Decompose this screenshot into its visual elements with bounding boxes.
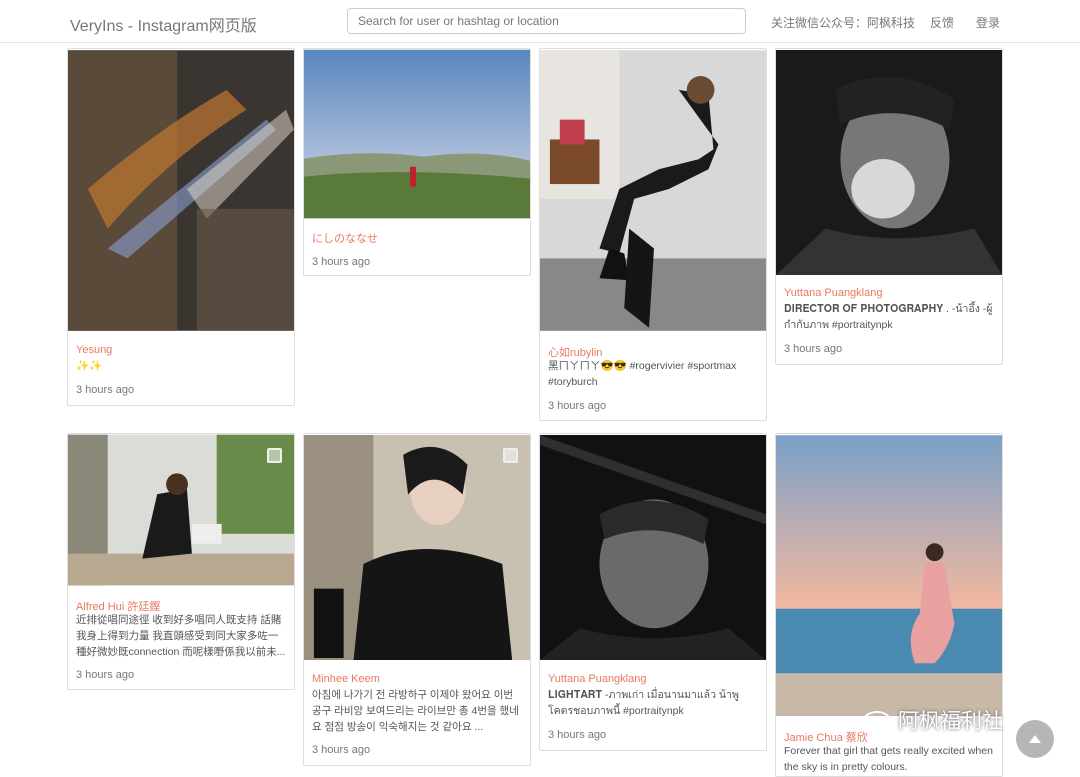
post-photo[interactable] [304, 434, 530, 661]
multi-photo-icon [267, 448, 282, 463]
post-card[interactable]: 心如rubylin 黑ㄇㄚㄇㄚ😎😎 #rogervivier #sportmax… [539, 48, 767, 421]
timestamp: 3 hours ago [76, 384, 135, 396]
post-card[interactable]: Minhee Keem 아침에 나가기 전 라방하구 이제야 왔어요 이번 공구… [303, 433, 531, 766]
post-photo[interactable] [540, 434, 766, 661]
post-card[interactable]: にしのななせ 3 hours ago [303, 48, 531, 276]
brand-logo[interactable]: VeryIns - Instagram网页版 [70, 12, 257, 36]
post-card[interactable]: Yuttana Puangklang 𝐃𝐈𝐑𝐄𝐂𝐓𝐎𝐑 𝐎𝐅 𝐏𝐇𝐎𝐓𝐎𝐆𝐑𝐀𝐏… [775, 48, 1003, 365]
search-input[interactable] [347, 8, 746, 34]
post-photo[interactable] [68, 434, 294, 586]
post-photo[interactable] [776, 49, 1002, 276]
username-link[interactable]: Minhee Keem [312, 673, 380, 685]
username-link[interactable]: Yuttana Puangklang [784, 287, 882, 299]
scroll-top-button[interactable] [1016, 720, 1054, 758]
wechat-link[interactable]: 关注微信公众号：阿枫科技 [771, 14, 915, 31]
timestamp: 3 hours ago [312, 744, 371, 756]
feedback-link[interactable]: 反馈 [930, 14, 954, 31]
caption-text: 𝐃𝐈𝐑𝐄𝐂𝐓𝐎𝐑 𝐎𝐅 𝐏𝐇𝐎𝐓𝐎𝐆𝐑𝐀𝐏𝐇𝐘 . -น้าอึ้ง -ผู้ก… [784, 303, 993, 331]
caption-text: 近排從唱同途徑 收到好多唱同人既支持 話賭我身上得到力量 我直頭感受到同大家多咗… [76, 614, 286, 658]
post-card[interactable]: Yesung ✨✨ 3 hours ago [67, 48, 295, 406]
timestamp: 3 hours ago [548, 400, 607, 412]
caption-text: 黑ㄇㄚㄇㄚ😎😎 #rogervivier #sportmax #toryburc… [548, 360, 737, 388]
username-link[interactable]: にしのななせ [312, 230, 378, 246]
caption-text: Forever that girl that gets really excit… [784, 745, 993, 773]
post-photo[interactable] [304, 49, 530, 219]
post-photo[interactable] [540, 49, 766, 332]
timestamp: 3 hours ago [76, 669, 135, 681]
watermark: 阿枫福利社 [862, 705, 1003, 735]
timestamp: 3 hours ago [784, 343, 843, 355]
timestamp: 3 hours ago [312, 256, 371, 268]
caption-text: 아침에 나가기 전 라방하구 이제야 왔어요 이번 공구 라비앙 보여드리는 라… [312, 689, 519, 733]
caption-text: ✨✨ [76, 360, 103, 372]
username-link[interactable]: Yesung [76, 344, 112, 356]
top-navbar: VeryIns - Instagram网页版 关注微信公众号：阿枫科技 反馈 登… [0, 0, 1080, 43]
username-link[interactable]: Yuttana Puangklang [548, 673, 646, 685]
timestamp: 3 hours ago [548, 729, 607, 741]
wechat-icon [862, 711, 892, 734]
post-card[interactable]: Alfred Hui 許廷鏗 近排從唱同途徑 收到好多唱同人既支持 話賭我身上得… [67, 433, 295, 690]
login-link[interactable]: 登录 [976, 14, 1000, 31]
post-photo[interactable] [68, 49, 294, 332]
post-photo[interactable] [776, 434, 1002, 717]
post-card[interactable]: Yuttana Puangklang 𝐋𝐈𝐆𝐇𝐓𝐀𝐑𝐓 -ภาพเก่า เมื… [539, 433, 767, 751]
caption-text: 𝐋𝐈𝐆𝐇𝐓𝐀𝐑𝐓 -ภาพเก่า เมื่อนานมาแล้ว น้าพูโค… [548, 689, 739, 717]
multi-photo-icon [503, 448, 518, 463]
